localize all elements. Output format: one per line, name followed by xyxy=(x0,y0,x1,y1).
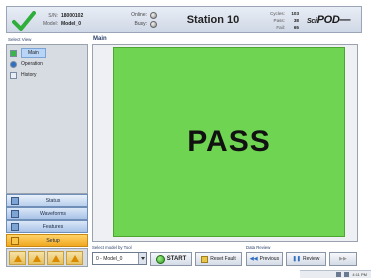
status-lamps: Online: Busy: xyxy=(127,11,157,29)
tray-icon[interactable] xyxy=(344,272,350,277)
nav-waveforms-button[interactable]: Waveforms xyxy=(6,207,88,220)
setup-icon xyxy=(11,236,19,245)
tray-icon[interactable] xyxy=(336,272,342,277)
app-window: S/N: 18000102 Model: Model_0 Online: Bus… xyxy=(0,0,371,278)
alarm-3-button[interactable] xyxy=(47,251,64,265)
pass-label: Pass: xyxy=(273,18,286,23)
system-tray: 4:11 PM xyxy=(300,270,371,278)
fail-label: Fail: xyxy=(276,25,285,30)
warning-icon xyxy=(13,254,22,262)
model-label: Model: xyxy=(42,21,58,27)
history-icon xyxy=(10,71,17,79)
busy-indicator-icon xyxy=(150,21,157,28)
warning-icon xyxy=(70,254,79,262)
online-indicator-icon xyxy=(150,12,157,19)
clock: 4:11 PM xyxy=(352,272,367,277)
alarm-2-button[interactable] xyxy=(28,251,45,265)
start-icon xyxy=(155,254,165,264)
device-info: S/N: 18000102 Model: Model_0 xyxy=(40,12,83,28)
reset-icon xyxy=(201,255,209,263)
result-text: PASS xyxy=(187,125,271,158)
station-title: Station 10 xyxy=(186,14,240,26)
alarm-1-button[interactable] xyxy=(9,251,26,265)
main-section-label: Main xyxy=(93,36,107,42)
start-button[interactable]: START xyxy=(150,252,192,266)
operation-icon xyxy=(10,60,17,68)
model-value: Model_0 xyxy=(61,21,82,27)
tree-item-main[interactable]: Main xyxy=(10,48,80,58)
pause-icon: ❚❚ xyxy=(292,256,301,262)
online-label: Online: xyxy=(131,12,147,18)
forward-icon: ▶▶ xyxy=(339,256,347,262)
nav-features-button[interactable]: Features xyxy=(6,220,88,233)
tree-item-label: History xyxy=(21,72,37,78)
waveforms-icon xyxy=(11,209,19,218)
chevron-down-icon xyxy=(138,253,146,264)
warning-icon xyxy=(51,254,60,262)
serial-label: S/N: xyxy=(48,13,58,19)
busy-label: Busy: xyxy=(134,21,147,27)
cycle-counts: Cycles: 103 Pass: 38 Fail: 65 xyxy=(267,10,299,31)
select-model-label: Select model by Tool xyxy=(92,245,132,250)
pass-value: 38 xyxy=(293,18,299,23)
data-review-label: Data Review xyxy=(246,245,271,250)
cycles-value: 103 xyxy=(291,11,299,16)
fail-value: 65 xyxy=(293,25,299,30)
alarm-4-button[interactable] xyxy=(66,251,83,265)
main-icon xyxy=(10,49,17,57)
warning-icon xyxy=(32,254,41,262)
rewind-icon: ◀◀ xyxy=(249,256,258,262)
header-bar: S/N: 18000102 Model: Model_0 Online: Bus… xyxy=(6,6,362,33)
tree-item-label: Main xyxy=(21,48,46,58)
result-display: PASS xyxy=(113,47,345,237)
review-button[interactable]: ❚❚ Review xyxy=(286,252,326,266)
nav-status-button[interactable]: Status xyxy=(6,194,88,207)
checkmark-icon xyxy=(12,11,36,31)
tree-item-operation[interactable]: Operation xyxy=(10,59,80,69)
model-select[interactable]: 0 - Model_0 xyxy=(92,252,147,265)
nav-setup-button[interactable]: Setup xyxy=(6,234,88,247)
model-select-value: 0 - Model_0 xyxy=(96,255,123,262)
brand-logo: SciPOD— xyxy=(307,14,351,26)
next-button[interactable]: ▶▶ xyxy=(329,252,357,266)
view-tree: Main Operation History xyxy=(6,44,88,194)
tree-item-label: Operation xyxy=(21,61,43,67)
status-icon xyxy=(11,196,19,205)
cycles-label: Cycles: xyxy=(269,11,285,16)
serial-value: 18000102 xyxy=(61,13,84,19)
features-icon xyxy=(11,222,19,231)
select-view-label: Select View xyxy=(8,37,32,42)
previous-button[interactable]: ◀◀ Previous xyxy=(246,252,283,266)
tree-item-history[interactable]: History xyxy=(10,70,80,80)
alarm-buttons xyxy=(6,248,88,267)
reset-fault-button[interactable]: Reset Fault xyxy=(195,252,242,266)
